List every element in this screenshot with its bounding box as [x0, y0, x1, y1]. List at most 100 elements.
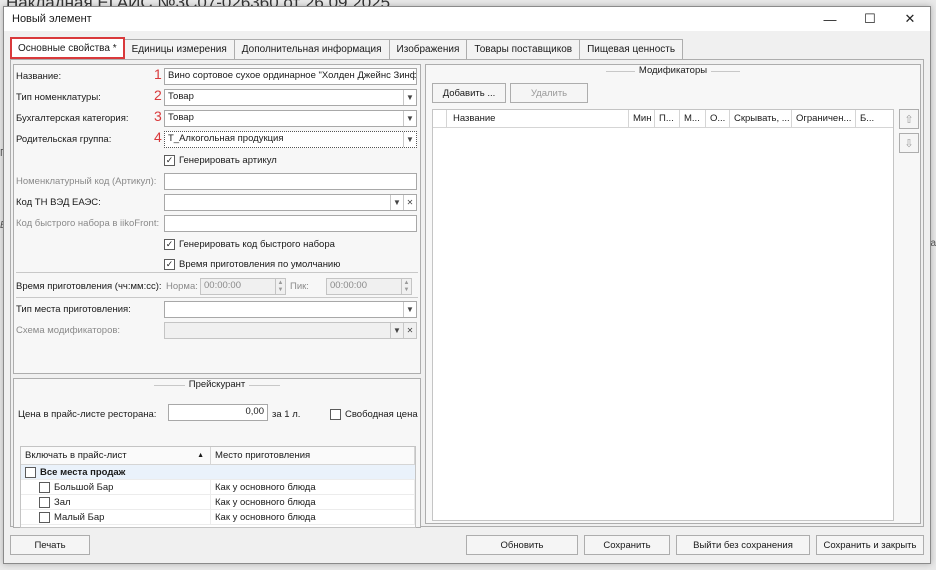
- column-header-m[interactable]: М...: [680, 110, 706, 127]
- chevron-down-icon[interactable]: ▼: [403, 132, 416, 147]
- column-header-min[interactable]: Мин: [629, 110, 655, 127]
- checkbox-icon[interactable]: [39, 481, 50, 493]
- generate-article-checkbox[interactable]: ✓ Генерировать артикул: [164, 152, 277, 168]
- maximize-button[interactable]: ☐: [850, 7, 890, 31]
- checkbox-icon[interactable]: [330, 408, 341, 420]
- column-header-limit[interactable]: Ограничен...: [792, 110, 856, 127]
- cooking-place-type-select[interactable]: ▼: [164, 301, 417, 318]
- spinner-icon[interactable]: ▲ ▼: [275, 279, 285, 294]
- annotation-number: 3: [154, 108, 162, 124]
- left-panel: Название: 1 Вино сортовое сухое ординарн…: [13, 64, 421, 528]
- minimize-button[interactable]: —: [810, 7, 850, 31]
- tnved-label: Код ТН ВЭД ЕАЭС:: [16, 196, 101, 208]
- properties-panel: Название: 1 Вино сортовое сухое ординарн…: [13, 64, 421, 374]
- chevron-down-icon[interactable]: ▼: [403, 90, 416, 105]
- name-field[interactable]: Вино сортовое сухое ординарное "Холден Д…: [164, 68, 417, 85]
- print-button[interactable]: Печать: [10, 535, 90, 555]
- column-header-indicator: [433, 110, 447, 127]
- row-place[interactable]: Как у основного блюда: [211, 480, 415, 494]
- checkbox-icon[interactable]: [39, 496, 50, 508]
- row-name: Большой Бар: [54, 481, 114, 493]
- item-type-label: Тип номенклатуры:: [16, 91, 101, 103]
- delete-modifier-button[interactable]: Удалить: [510, 83, 588, 103]
- peak-label: Пик:: [290, 280, 309, 292]
- tab-main-properties[interactable]: Основные свойства *: [10, 37, 125, 59]
- modifier-scheme-select[interactable]: ▼ ✕: [164, 322, 417, 339]
- modifier-scheme-label: Схема модификаторов:: [16, 324, 121, 336]
- sort-up-icon: ▲: [197, 452, 204, 459]
- column-header-include[interactable]: Включать в прайс-лист ▲: [21, 447, 211, 464]
- table-row-group[interactable]: Все места продаж: [21, 465, 415, 480]
- tab-supplier-goods[interactable]: Товары поставщиков: [467, 39, 581, 59]
- price-field[interactable]: 0,00: [168, 404, 268, 421]
- divider: [16, 297, 418, 298]
- chevron-down-icon[interactable]: ▼: [403, 111, 416, 126]
- parent-group-select[interactable]: Т_Алкогольная продукция ▼: [164, 131, 417, 148]
- move-down-button[interactable]: ⇩: [899, 133, 919, 153]
- price-label: Цена в прайс-листе ресторана:: [18, 408, 157, 420]
- add-modifier-button[interactable]: Добавить ...: [432, 83, 506, 103]
- default-cook-time-label: Время приготовления по умолчанию: [179, 258, 341, 270]
- tnved-select[interactable]: ▼ ✕: [164, 194, 417, 211]
- row-place[interactable]: Как у основного блюда: [211, 510, 415, 524]
- check-icon[interactable]: ✓: [164, 238, 175, 250]
- column-header-p[interactable]: П...: [655, 110, 680, 127]
- accounting-category-value: Товар: [168, 112, 194, 123]
- exit-without-saving-button[interactable]: Выйти без сохранения: [676, 535, 810, 555]
- cook-time-label: Время приготовления (чч:мм:сс):: [16, 280, 162, 292]
- footer-bar: Печать Обновить Сохранить Выйти без сохр…: [10, 531, 924, 559]
- norm-time-value: 00:00:00: [204, 280, 241, 291]
- arrow-down-icon: ⇩: [904, 137, 914, 150]
- generate-article-label: Генерировать артикул: [179, 154, 277, 166]
- modifiers-title: Модификаторы: [634, 65, 712, 76]
- close-button[interactable]: ✕: [890, 7, 930, 31]
- tab-additional-info[interactable]: Дополнительная информация: [234, 39, 390, 59]
- tab-units[interactable]: Единицы измерения: [124, 39, 235, 59]
- article-field[interactable]: [164, 173, 417, 190]
- quick-code-field[interactable]: [164, 215, 417, 232]
- column-header-name[interactable]: Название: [447, 110, 629, 127]
- window-title: Новый элемент: [12, 13, 92, 25]
- move-up-button[interactable]: ⇧: [899, 109, 919, 129]
- table-row[interactable]: Большой Бар Как у основного блюда: [21, 480, 415, 495]
- tab-content: Название: 1 Вино сортовое сухое ординарн…: [10, 59, 924, 528]
- accounting-category-select[interactable]: Товар ▼: [164, 110, 417, 127]
- column-header-b[interactable]: Б...: [856, 110, 893, 127]
- title-bar[interactable]: Новый элемент — ☐ ✕: [4, 7, 930, 31]
- chevron-down-icon[interactable]: ▼: [403, 302, 416, 317]
- spinner-icon[interactable]: ▲ ▼: [401, 279, 411, 294]
- save-and-close-button[interactable]: Сохранить и закрыть: [816, 535, 924, 555]
- close-icon[interactable]: ✕: [403, 323, 416, 338]
- table-row[interactable]: Зал Как у основного блюда: [21, 495, 415, 510]
- checkbox-icon[interactable]: [25, 466, 36, 478]
- chevron-down-icon[interactable]: ▼: [390, 323, 403, 338]
- row-place[interactable]: Как у основного блюда: [211, 495, 415, 509]
- item-type-select[interactable]: Товар ▼: [164, 89, 417, 106]
- check-icon[interactable]: ✓: [164, 154, 175, 166]
- free-price-checkbox[interactable]: Свободная цена: [330, 406, 418, 422]
- tab-nutrition[interactable]: Пищевая ценность: [580, 39, 684, 59]
- pricelist-table: Включать в прайс-лист ▲ Место приготовле…: [20, 446, 416, 528]
- generate-quick-code-checkbox[interactable]: ✓ Генерировать код быстрого набора: [164, 236, 335, 252]
- modifiers-table: Название Мин П... М... О... Скрывать, ..…: [432, 109, 894, 521]
- item-type-value: Товар: [168, 91, 194, 102]
- check-icon[interactable]: ✓: [164, 258, 175, 270]
- close-icon[interactable]: ✕: [403, 195, 416, 210]
- table-row[interactable]: Малый Бар Как у основного блюда: [21, 510, 415, 525]
- column-header-place[interactable]: Место приготовления: [211, 447, 415, 464]
- cooking-place-type-label: Тип места приготовления:: [16, 303, 131, 315]
- column-header-hide[interactable]: Скрывать, ...: [730, 110, 792, 127]
- refresh-button[interactable]: Обновить: [466, 535, 578, 555]
- column-header-o[interactable]: О...: [706, 110, 730, 127]
- peak-time-field[interactable]: 00:00:00 ▲ ▼: [326, 278, 412, 295]
- arrow-up-icon: ⇧: [904, 113, 914, 126]
- pricelist-title: Прейскурант: [184, 379, 250, 390]
- norm-time-field[interactable]: 00:00:00 ▲ ▼: [200, 278, 286, 295]
- checkbox-icon[interactable]: [39, 511, 50, 523]
- column-header-include-label: Включать в прайс-лист: [25, 450, 127, 461]
- row-name: Малый Бар: [54, 511, 105, 523]
- save-button[interactable]: Сохранить: [584, 535, 670, 555]
- default-cook-time-checkbox[interactable]: ✓ Время приготовления по умолчанию: [164, 256, 340, 272]
- tab-images[interactable]: Изображения: [389, 39, 468, 59]
- chevron-down-icon[interactable]: ▼: [390, 195, 403, 210]
